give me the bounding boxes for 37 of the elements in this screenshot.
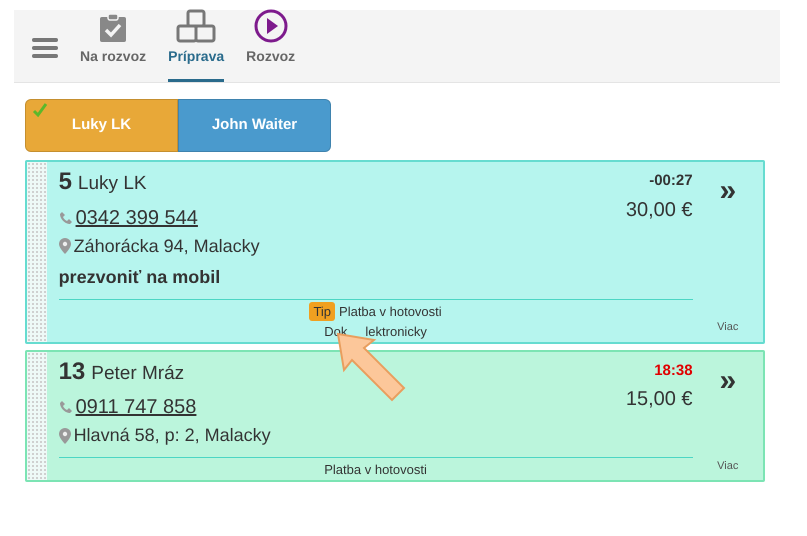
drag-handle[interactable] xyxy=(27,162,47,342)
forward-button[interactable]: » xyxy=(719,366,736,396)
address-text: Hlavná 58, p: 2, Malacky xyxy=(74,424,271,447)
payment-text: Platba v hotovosti xyxy=(339,304,442,318)
phone-icon xyxy=(58,400,73,414)
drag-handle[interactable] xyxy=(27,352,47,480)
menu-button[interactable] xyxy=(32,36,58,60)
customer-name: Peter Mráz xyxy=(91,362,184,386)
address-text: Záhorácka 94, Malacky xyxy=(74,234,260,258)
nav-tab[interactable]: Príprava xyxy=(168,9,224,82)
order-price: 30,00 € xyxy=(626,198,693,222)
payment-text: Platba v hotovosti xyxy=(324,462,427,477)
courier-button[interactable]: John Waiter xyxy=(178,99,331,152)
customer-name: Luky LK xyxy=(78,172,147,196)
check-icon xyxy=(32,102,48,118)
nav-tab[interactable]: Na rozvoz xyxy=(80,13,146,82)
phone-icon xyxy=(58,210,73,224)
order-note: prezvoniť na mobil xyxy=(58,266,222,289)
play-icon xyxy=(254,9,288,43)
location-pin-icon xyxy=(58,238,71,254)
location-pin-icon xyxy=(58,428,71,444)
phone-link[interactable]: 0342 399 544 xyxy=(76,202,198,232)
more-button[interactable]: Viac xyxy=(717,319,738,336)
order-price: 15,00 € xyxy=(626,387,693,412)
clipboard-check-icon xyxy=(99,13,128,43)
boxes-icon xyxy=(176,9,216,43)
order-number: 5 xyxy=(58,170,72,194)
order-number: 13 xyxy=(58,360,86,384)
phone-link[interactable]: 0911 747 858 xyxy=(76,392,196,422)
nav-tab[interactable]: Rozvoz xyxy=(246,9,296,82)
order-card[interactable]: 13 Peter Mráz 0911 747 858 Hlavná 58, p: 2, Malacky 18:38 15,00 € Platba v hotovosti » Viac xyxy=(25,350,765,482)
payment-text: lektronicky xyxy=(365,324,427,338)
more-button[interactable]: Viac xyxy=(717,458,738,474)
order-time: 18:38 xyxy=(654,360,693,380)
tip-badge: Tip xyxy=(309,302,336,320)
order-time: -00:27 xyxy=(649,171,693,191)
forward-button[interactable]: » xyxy=(719,176,736,206)
